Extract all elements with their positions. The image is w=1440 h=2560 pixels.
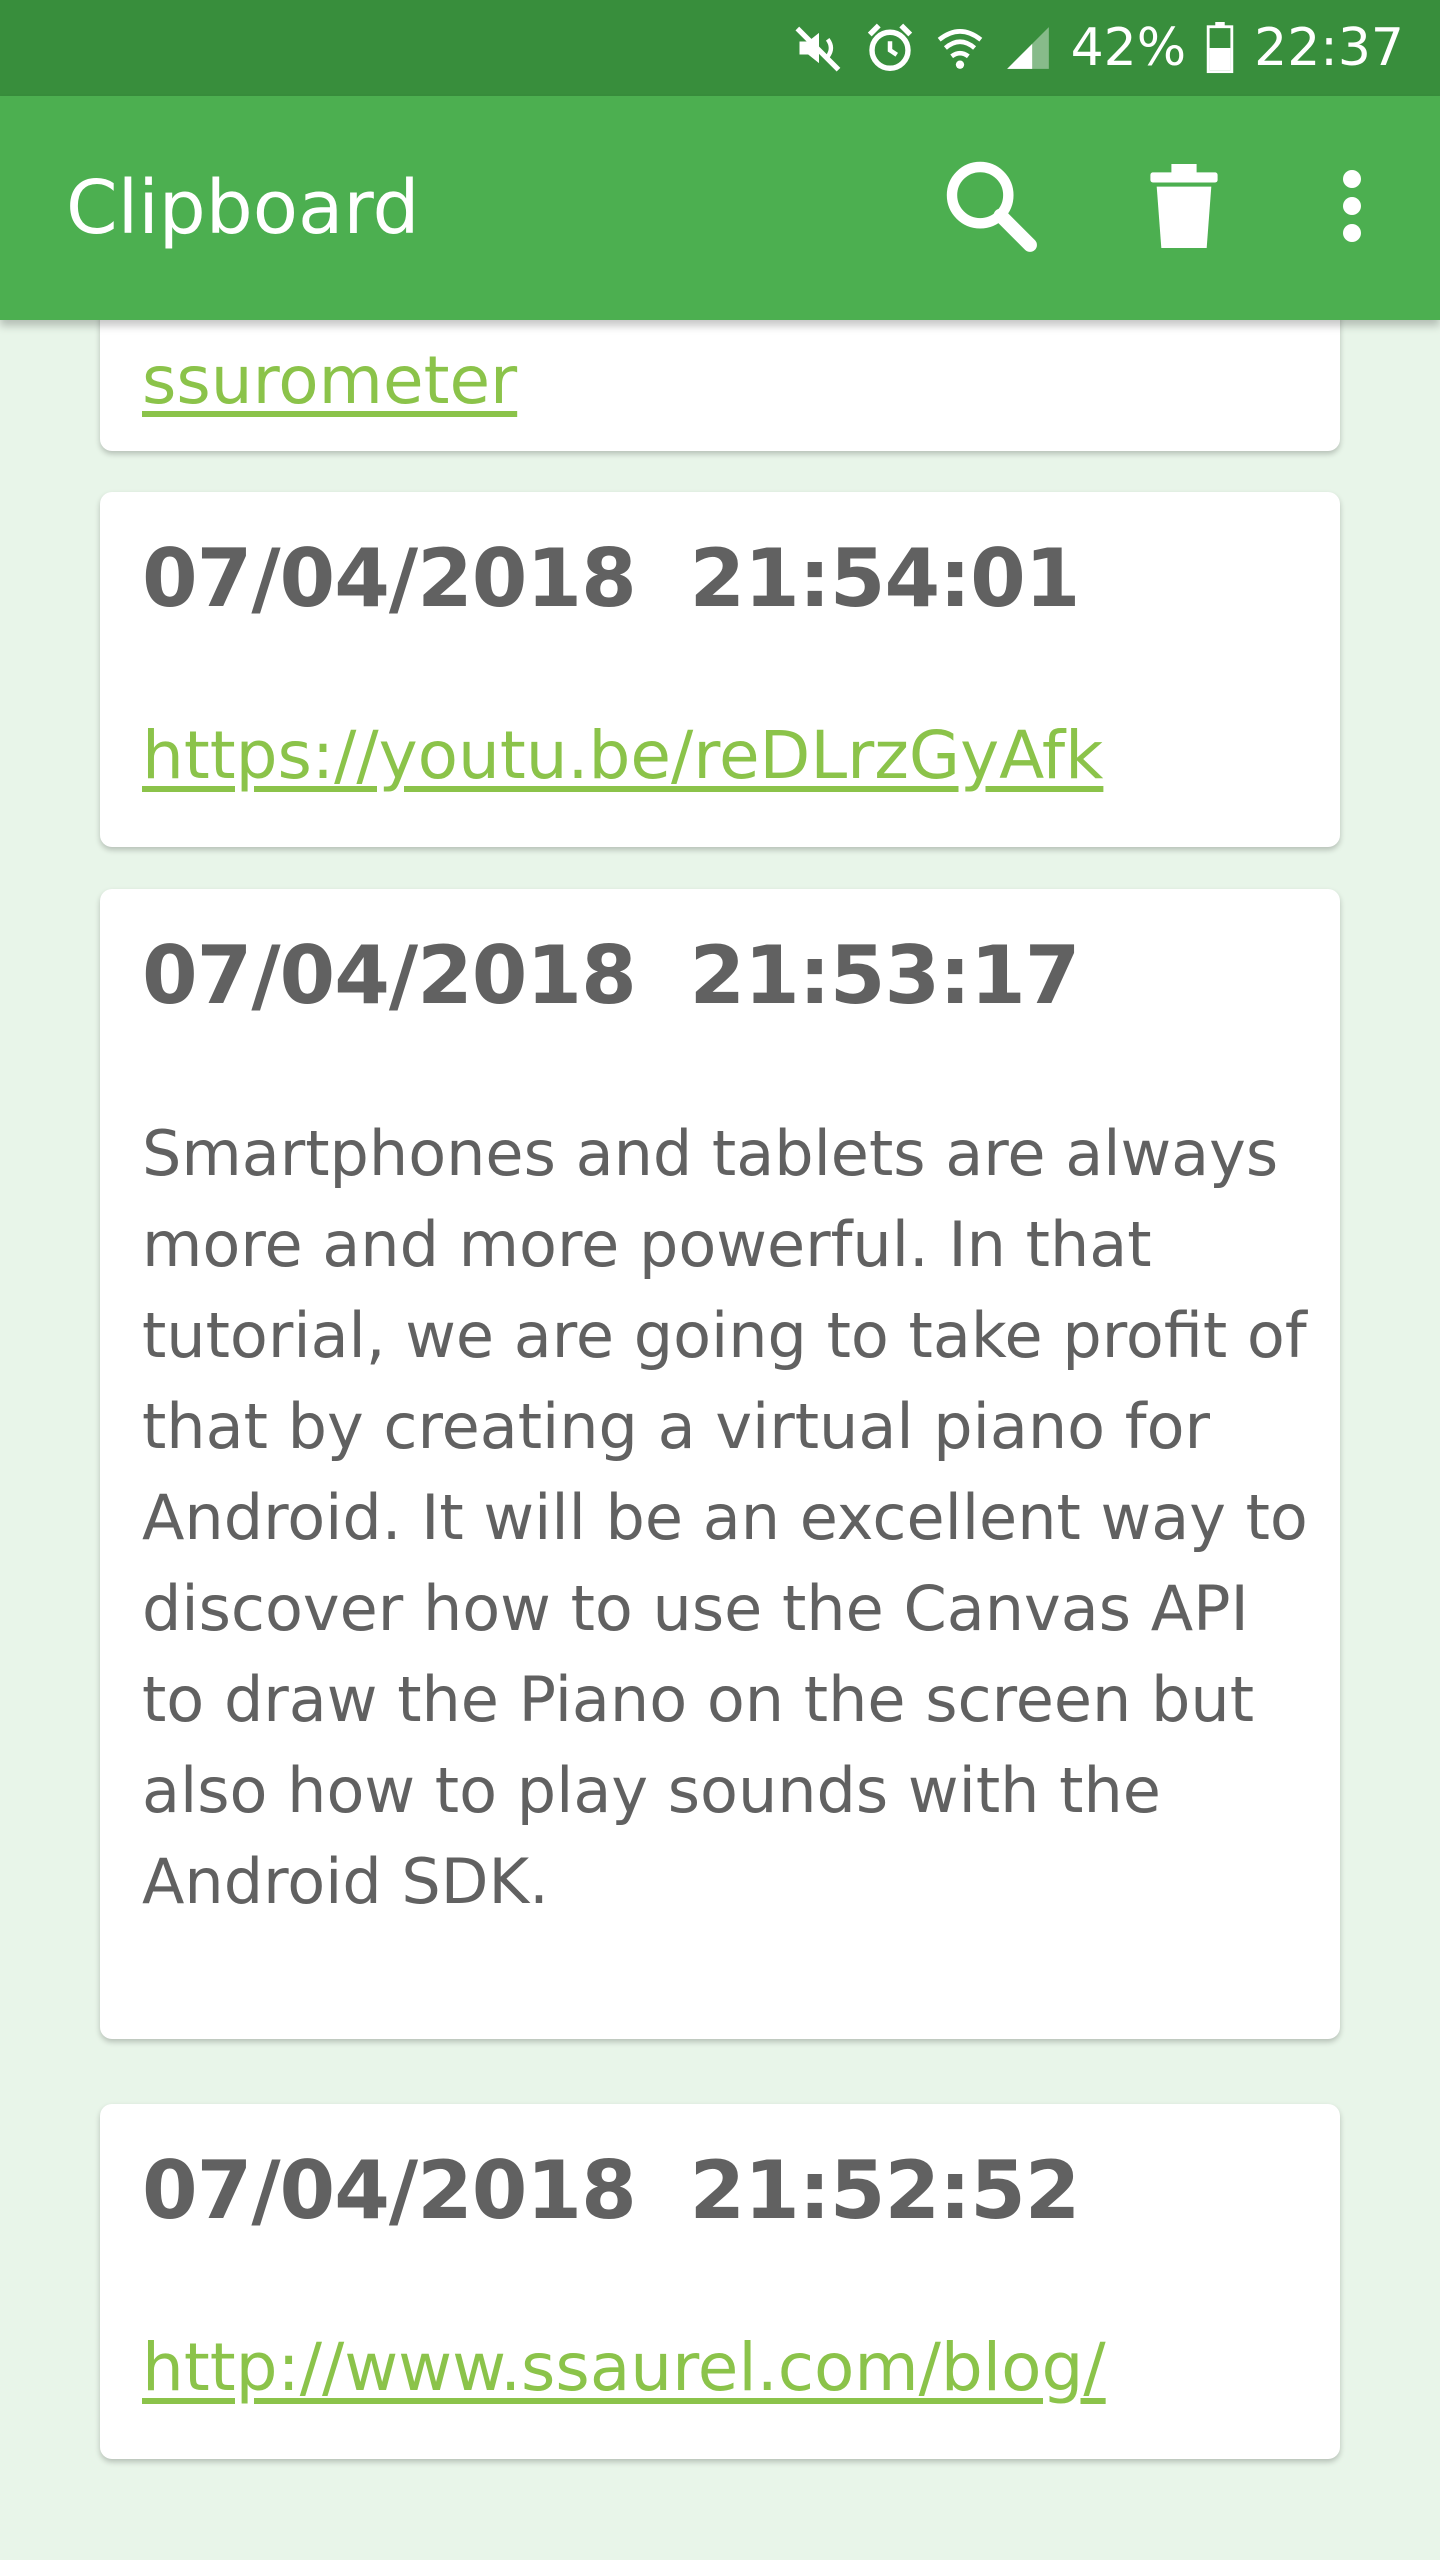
clip-content-text: Smartphones and tablets are always more … — [142, 1117, 1308, 1918]
clip-content-link[interactable]: http://www.ssaurel.com/blog/ — [142, 2329, 1106, 2406]
clip-card[interactable]: ssurometer — [100, 320, 1340, 451]
delete-all-button[interactable] — [1128, 152, 1240, 264]
clock: 22:37 — [1254, 18, 1404, 78]
app-bar: Clipboard — [0, 96, 1440, 320]
more-vert-icon — [1342, 170, 1362, 246]
battery-percentage: 42% — [1070, 18, 1187, 78]
clip-content-link[interactable]: https://youtu.be/reDLrzGyAfk — [142, 717, 1103, 794]
clip-card[interactable]: 07/04/2018 21:54:01 https://youtu.be/reD… — [100, 492, 1340, 847]
wifi-icon — [935, 23, 985, 73]
alarm-icon — [863, 21, 917, 75]
battery-icon — [1204, 22, 1236, 74]
status-bar: 42% 22:37 — [0, 0, 1440, 96]
search-button[interactable] — [935, 152, 1047, 264]
clip-card[interactable]: 07/04/2018 21:53:17 Smartphones and tabl… — [100, 889, 1340, 2039]
clip-list[interactable]: ssurometer 07/04/2018 21:54:01 https://y… — [0, 320, 1440, 2560]
clip-card[interactable]: 07/04/2018 21:52:52 http://www.ssaurel.c… — [100, 2104, 1340, 2459]
signal-icon — [1003, 23, 1053, 73]
mute-icon — [793, 22, 845, 74]
app-title: Clipboard — [66, 165, 420, 251]
clip-date: 07/04/2018 21:52:52 — [142, 2144, 1080, 2237]
clip-content-link[interactable]: ssurometer — [142, 342, 517, 419]
overflow-menu-button[interactable] — [1296, 152, 1408, 264]
clip-date: 07/04/2018 21:53:17 — [142, 929, 1080, 1022]
clip-date: 07/04/2018 21:54:01 — [142, 532, 1080, 625]
search-icon — [939, 154, 1043, 262]
delete-icon — [1149, 164, 1219, 252]
